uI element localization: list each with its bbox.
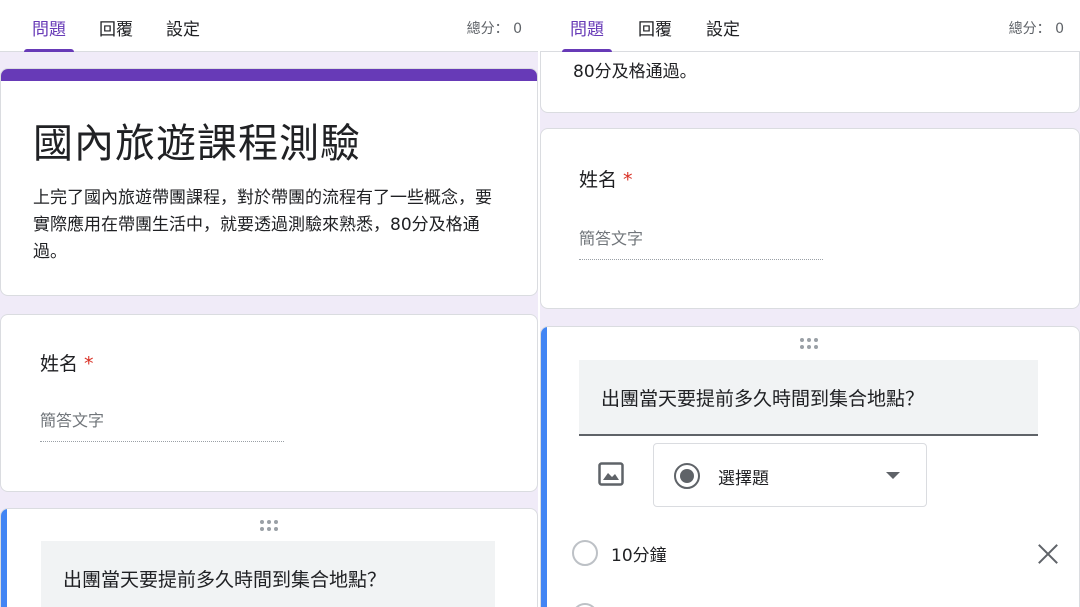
drag-handle-icon[interactable]: [260, 520, 284, 532]
total-score: 總分： 0: [467, 18, 522, 38]
short-answer-field: 簡答文字: [40, 407, 284, 442]
score-label: 總分：: [1008, 21, 1051, 37]
question-type-dropdown[interactable]: 選擇題: [653, 443, 927, 507]
question-label: 姓名 *: [579, 165, 633, 192]
title-accent-bar: [1, 69, 537, 81]
form-description-tail[interactable]: 80分及格通過。: [573, 59, 1043, 86]
question-title-input[interactable]: 出團當天要提前多久時間到集合地點？: [579, 360, 1038, 436]
short-answer-field: 簡答文字: [579, 225, 823, 260]
active-card-indicator: [541, 327, 547, 607]
question-text: 姓名: [40, 353, 79, 375]
question-text: 姓名: [579, 169, 618, 191]
question-label: 姓名 *: [40, 349, 94, 376]
question-title-input[interactable]: 出團當天要提前多久時間到集合地點？: [41, 541, 495, 607]
form-title[interactable]: 國內旅遊課程測驗: [33, 111, 361, 169]
score-value: 0: [1055, 21, 1064, 37]
option-label[interactable]: 10分鐘: [611, 541, 667, 566]
drag-handle-icon[interactable]: [800, 338, 824, 350]
tab-questions[interactable]: 問題: [24, 15, 74, 52]
chevron-down-icon: [886, 472, 900, 479]
tab-responses[interactable]: 回覆: [638, 15, 672, 52]
left-screen: 問題 回覆 設定 總分： 0 國內旅遊課程測驗 上完了國內旅遊帶團課程，對於帶團…: [0, 0, 538, 607]
tab-settings[interactable]: 設定: [166, 15, 200, 52]
option-radio-icon: [572, 540, 598, 566]
option-radio-icon-2: [572, 603, 598, 607]
right-screen: 80分及格通過。 問題 回覆 設定 總分： 0 姓名 * 簡答文字 出團當天要提前…: [540, 0, 1080, 607]
top-bar: 問題 回覆 設定 總分： 0: [0, 0, 538, 52]
image-icon[interactable]: [598, 462, 624, 486]
form-description[interactable]: 上完了國內旅遊帶團課程，對於帶團的流程有了一些概念，要實際應用在帶團生活中，就要…: [33, 185, 503, 266]
top-bar: 問題 回覆 設定 總分： 0: [540, 0, 1080, 52]
question-card-name[interactable]: 姓名 * 簡答文字: [540, 128, 1080, 309]
radio-icon: [674, 463, 700, 489]
question-card-name[interactable]: 姓名 * 簡答文字: [0, 314, 538, 492]
question-card-time-active[interactable]: 出團當天要提前多久時間到集合地點？ 選擇題 10分鐘: [540, 326, 1080, 607]
score-value: 0: [513, 21, 522, 37]
tab-settings[interactable]: 設定: [706, 15, 740, 52]
tab-responses[interactable]: 回覆: [99, 15, 133, 52]
question-type-label: 選擇題: [718, 469, 769, 489]
close-icon[interactable]: [1037, 543, 1059, 565]
required-mark: *: [623, 169, 633, 191]
question-card-time[interactable]: 出團當天要提前多久時間到集合地點？: [0, 508, 538, 607]
form-title-card[interactable]: 國內旅遊課程測驗 上完了國內旅遊帶團課程，對於帶團的流程有了一些概念，要實際應用…: [0, 68, 538, 296]
total-score: 總分： 0: [1009, 18, 1064, 38]
score-label: 總分：: [466, 21, 509, 37]
active-card-indicator: [1, 509, 7, 607]
required-mark: *: [84, 353, 94, 375]
tab-questions[interactable]: 問題: [562, 15, 612, 52]
